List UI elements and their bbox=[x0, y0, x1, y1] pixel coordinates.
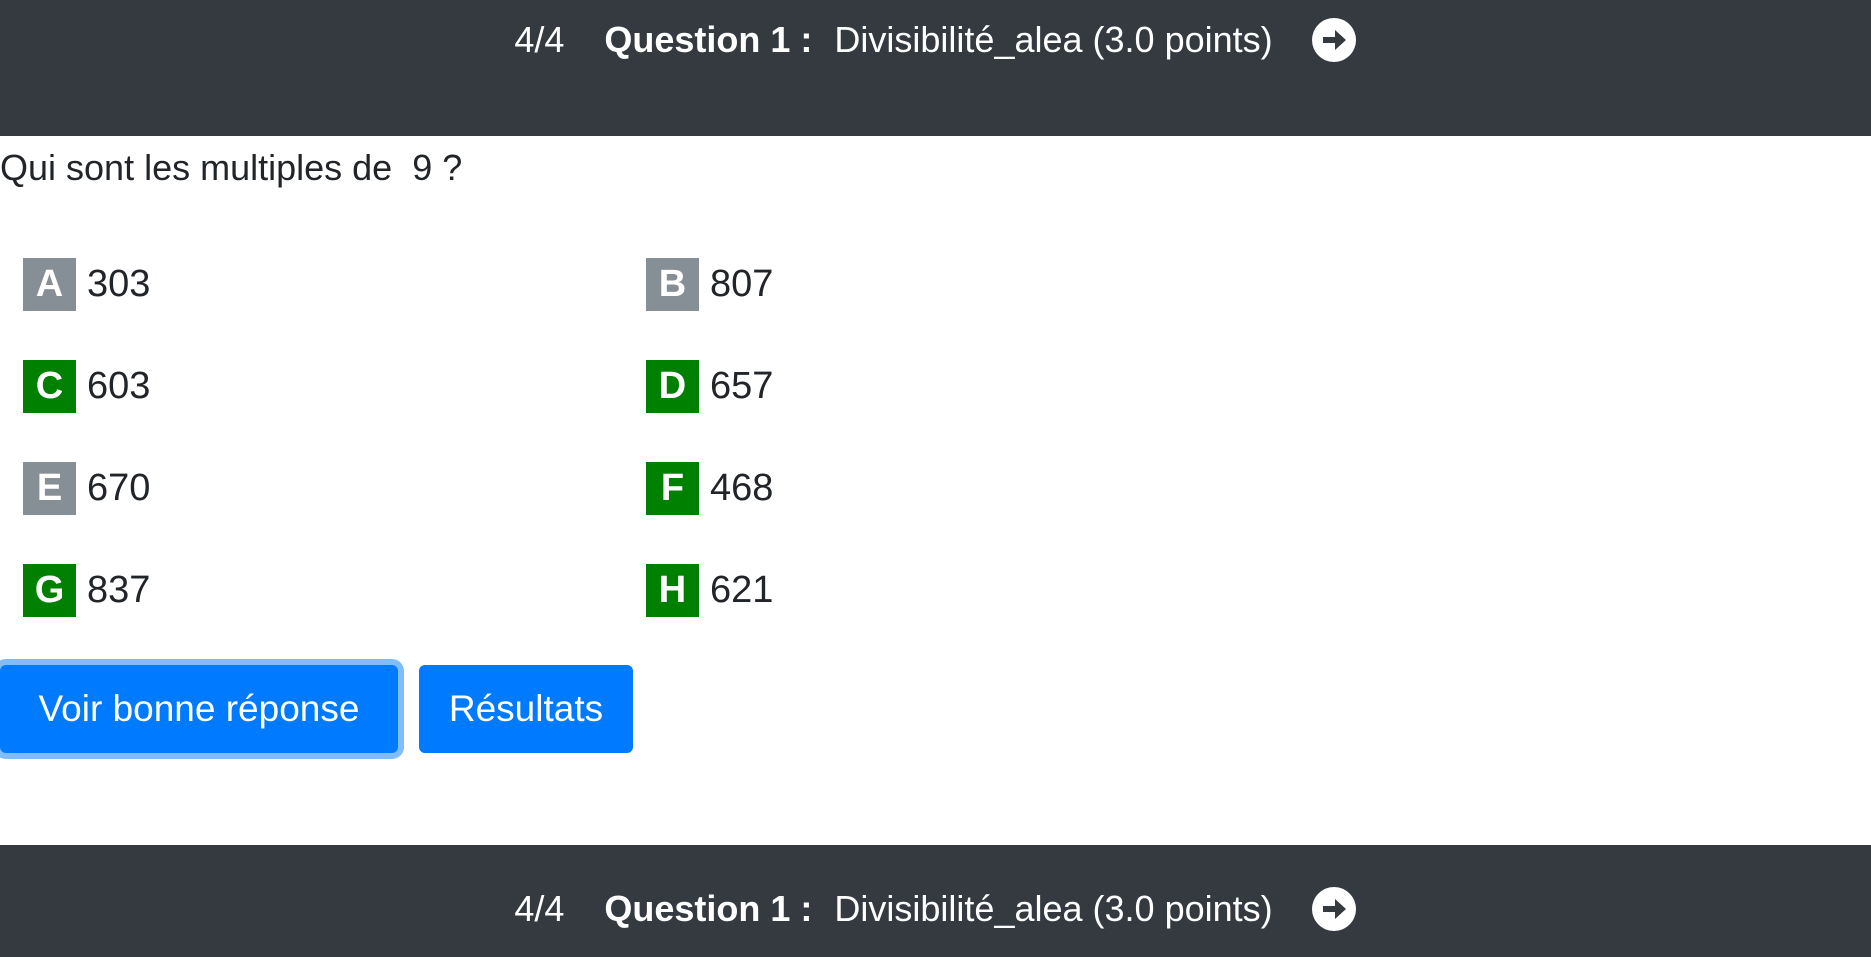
answer-a-badge: A bbox=[23, 257, 76, 311]
question-label: Question 1 : bbox=[604, 19, 813, 60]
answer-e-badge: E bbox=[23, 461, 76, 515]
answer-b-value: 807 bbox=[710, 263, 774, 305]
answer-e-value: 670 bbox=[87, 467, 151, 509]
answer-f-badge: F bbox=[646, 461, 699, 515]
answer-h[interactable]: H 621 bbox=[646, 563, 773, 617]
answer-c[interactable]: C 603 bbox=[23, 359, 150, 413]
answer-e[interactable]: E 670 bbox=[23, 461, 150, 515]
answer-d-badge: D bbox=[646, 359, 699, 413]
answer-d-value: 657 bbox=[710, 365, 774, 407]
arrow-circle-right-icon[interactable] bbox=[1311, 17, 1357, 63]
footer-question-label: Question 1 : bbox=[604, 888, 813, 929]
question-counter: 4/4 bbox=[514, 19, 565, 60]
answer-c-value: 603 bbox=[87, 365, 151, 407]
answer-c-badge: C bbox=[23, 359, 76, 413]
answer-b[interactable]: B 807 bbox=[646, 257, 773, 311]
answer-g-value: 837 bbox=[87, 569, 151, 611]
answer-g[interactable]: G 837 bbox=[23, 563, 150, 617]
footer-question-counter: 4/4 bbox=[514, 888, 565, 929]
answer-h-value: 621 bbox=[710, 569, 774, 611]
footer-arrow-circle-right-icon[interactable] bbox=[1311, 886, 1357, 932]
answer-h-badge: H bbox=[646, 563, 699, 617]
question-title: Divisibilité_alea (3.0 points) bbox=[834, 19, 1273, 60]
header-line: 4/4 Question 1 : Divisibilité_alea (3.0 … bbox=[0, 18, 1871, 62]
footer-line: 4/4 Question 1 : Divisibilité_alea (3.0 … bbox=[0, 887, 1871, 931]
answer-g-badge: G bbox=[23, 563, 76, 617]
footer-question-title: Divisibilité_alea (3.0 points) bbox=[834, 888, 1273, 929]
header-bar: 4/4 Question 1 : Divisibilité_alea (3.0 … bbox=[0, 0, 1871, 136]
answer-b-badge: B bbox=[646, 257, 699, 311]
show-answer-button[interactable]: Voir bonne réponse bbox=[0, 665, 398, 753]
answer-f[interactable]: F 468 bbox=[646, 461, 773, 515]
results-button[interactable]: Résultats bbox=[419, 665, 633, 753]
answer-d[interactable]: D 657 bbox=[646, 359, 773, 413]
question-text: Qui sont les multiples de 9 ? bbox=[0, 147, 463, 188]
answer-f-value: 468 bbox=[710, 467, 774, 509]
footer-bar: 4/4 Question 1 : Divisibilité_alea (3.0 … bbox=[0, 845, 1871, 957]
answer-a[interactable]: A 303 bbox=[23, 257, 150, 311]
answer-a-value: 303 bbox=[87, 263, 151, 305]
